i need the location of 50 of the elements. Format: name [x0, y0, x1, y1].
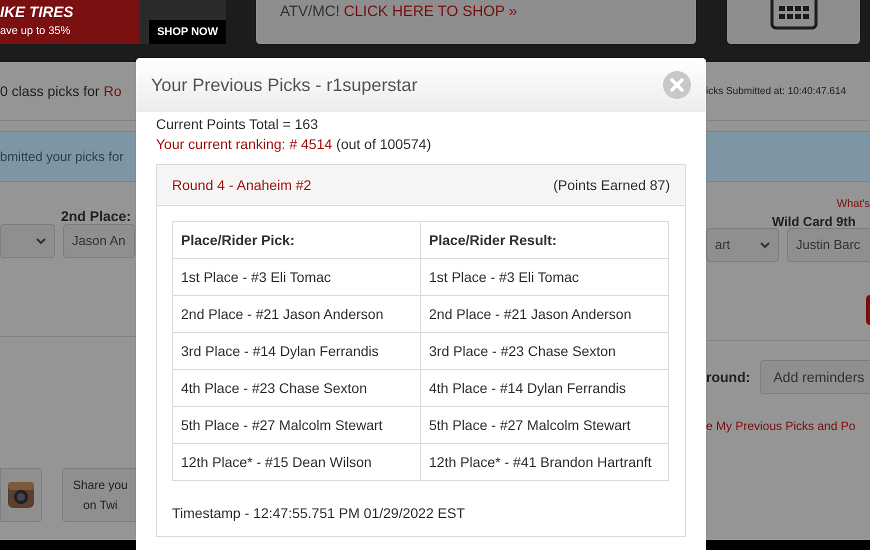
table-cell: 12th Place* - #15 Dean Wilson: [172, 444, 420, 480]
calendar-icon: [770, 0, 818, 30]
ranking-text: Your current ranking: # 4514: [156, 135, 332, 154]
table-cell: 4th Place - #23 Chase Sexton: [172, 370, 420, 406]
shop-link[interactable]: CLICK HERE TO SHOP »: [344, 1, 518, 24]
page-heading: 0 class picks for: [0, 82, 100, 101]
field-label: 2nd Place:: [60, 207, 131, 222]
select-field[interactable]: Jason An: [63, 224, 135, 258]
camera-icon: [7, 481, 35, 509]
round-title: Round 4 - Anaheim #2: [172, 176, 312, 194]
select-field[interactable]: art: [706, 228, 779, 262]
submitted-time: icks Submitted at: 10:40:47.614: [706, 84, 846, 98]
table-cell: 4th Place - #14 Dylan Ferrandis: [420, 370, 668, 406]
column-header: Place/Rider Result:: [420, 222, 668, 258]
round-link[interactable]: Ro: [104, 80, 122, 102]
promo-text: ATV/MC!: [280, 2, 340, 22]
table-cell: 3rd Place - #23 Chase Sexton: [420, 332, 668, 370]
table-cell: 2nd Place - #21 Jason Anderson: [172, 296, 420, 332]
select-field[interactable]: [0, 224, 55, 258]
shop-now-button[interactable]: SHOP NOW: [149, 20, 226, 44]
points-total: Current Points Total = 163: [156, 116, 318, 132]
instagram-button[interactable]: [0, 468, 42, 522]
calendar-button[interactable]: [727, 0, 860, 44]
banner-headline: IKE TIRES: [0, 4, 74, 24]
select-field[interactable]: Justin Barc: [787, 228, 870, 262]
field-label: round:: [706, 368, 750, 386]
action-button[interactable]: [866, 295, 870, 325]
reminder-field[interactable]: Add reminders: [760, 360, 870, 394]
close-icon: [670, 78, 684, 92]
ad-banner[interactable]: IKE TIRES ave up to 35% SHOP NOW: [0, 0, 226, 44]
chevron-down-icon: [760, 242, 770, 248]
field-label: Wild Card 9th: [772, 214, 856, 229]
help-link[interactable]: What's: [836, 198, 870, 210]
table-cell: 1st Place - #3 Eli Tomac: [420, 258, 668, 296]
table-cell: 12th Place* - #41 Brandon Hartranft: [420, 444, 668, 480]
points-earned: (Points Earned 87): [553, 176, 670, 195]
table-cell: 3rd Place - #14 Dylan Ferrandis: [172, 332, 420, 370]
table-cell: 1st Place - #3 Eli Tomac: [172, 258, 420, 296]
previous-picks-link[interactable]: e My Previous Picks and Po: [706, 419, 856, 433]
table-cell: 2nd Place - #21 Jason Anderson: [420, 296, 668, 332]
column-header: Place/Rider Pick:: [172, 222, 420, 258]
timestamp: Timestamp - 12:47:55.751 PM 01/29/2022 EST: [172, 505, 465, 521]
ranking-note: (out of 100574): [336, 135, 432, 154]
alert-text: bmitted your picks for: [0, 148, 124, 166]
share-button[interactable]: Share you on Twi: [62, 468, 136, 522]
banner-offer: ave up to 35%: [0, 24, 72, 40]
table-cell: 5th Place - #27 Malcolm Stewart: [172, 406, 420, 444]
dialog-title: Your Previous Picks - r1superstar: [151, 74, 418, 97]
chevron-down-icon: [36, 238, 46, 244]
table-cell: 5th Place - #27 Malcolm Stewart: [420, 406, 668, 444]
